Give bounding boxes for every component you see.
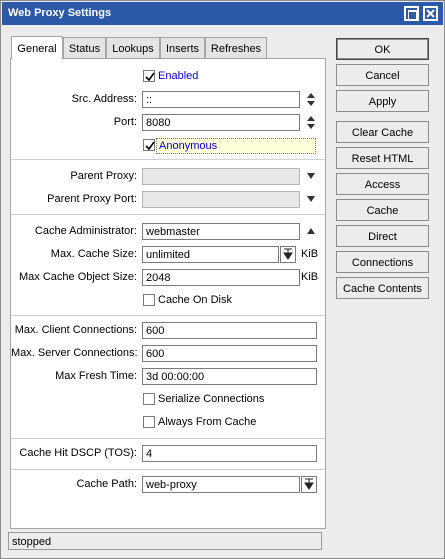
spin-up-down-icon[interactable] xyxy=(306,92,316,107)
max-cache-object-size-field[interactable]: 2048 xyxy=(142,269,300,286)
ok-button[interactable]: OK xyxy=(336,38,429,60)
max-cache-size-dropdown[interactable] xyxy=(280,246,296,263)
reset-html-button[interactable]: Reset HTML xyxy=(336,147,429,169)
serialize-connections-label: Serialize Connections xyxy=(158,393,265,405)
access-button[interactable]: Access xyxy=(336,173,429,195)
cache-path-field[interactable]: web-proxy xyxy=(142,476,300,493)
separator xyxy=(11,159,325,160)
close-button[interactable] xyxy=(423,6,438,21)
tab-inserts[interactable]: Inserts xyxy=(160,37,205,59)
separator xyxy=(11,438,325,439)
max-client-connections-field[interactable]: 600 xyxy=(142,322,317,339)
cache-hit-dscp-field[interactable]: 4 xyxy=(142,445,317,462)
enabled-checkbox[interactable] xyxy=(143,70,155,82)
cache-administrator-label: Cache Administrator: xyxy=(34,225,137,237)
max-cache-size-field[interactable]: unlimited xyxy=(142,246,279,263)
checkmark-icon xyxy=(145,141,155,151)
close-icon xyxy=(426,9,435,18)
src-address-field[interactable]: :: xyxy=(142,91,300,108)
enabled-label: Enabled xyxy=(158,70,199,82)
status-bar: stopped xyxy=(8,532,322,550)
dropdown-icon xyxy=(304,478,314,490)
max-fresh-time-field[interactable]: 3d 00:00:00 xyxy=(142,368,317,385)
parent-proxy-label: Parent Proxy: xyxy=(70,170,137,182)
apply-button[interactable]: Apply xyxy=(336,90,429,112)
serialize-connections-checkbox[interactable] xyxy=(143,393,155,405)
dropdown-arrow-icon[interactable] xyxy=(306,172,316,180)
parent-proxy-port-label: Parent Proxy Port: xyxy=(47,193,137,205)
port-spin-icon[interactable] xyxy=(306,115,316,130)
anonymous-checkbox[interactable] xyxy=(143,139,155,151)
clear-cache-button[interactable]: Clear Cache xyxy=(336,121,429,143)
cache-path-label: Cache Path: xyxy=(76,478,137,490)
window-title: Web Proxy Settings xyxy=(8,7,112,19)
src-address-label: Src. Address: xyxy=(71,93,137,105)
checkmark-icon xyxy=(145,72,155,82)
port-field[interactable]: 8080 xyxy=(142,114,300,131)
cache-contents-button[interactable]: Cache Contents xyxy=(336,277,429,299)
cancel-button[interactable]: Cancel xyxy=(336,64,429,86)
web-proxy-settings-window: Web Proxy Settings General Status Lookup… xyxy=(0,0,445,559)
max-server-connections-field[interactable]: 600 xyxy=(142,345,317,362)
max-client-connections-label: Max. Client Connections: xyxy=(14,324,137,336)
max-fresh-time-label: Max Fresh Time: xyxy=(55,370,137,382)
collapse-arrow-icon[interactable] xyxy=(306,227,316,235)
dropdown-arrow-icon[interactable] xyxy=(306,195,316,203)
tab-refreshes[interactable]: Refreshes xyxy=(205,37,267,59)
separator xyxy=(11,469,325,470)
parent-proxy-port-field[interactable] xyxy=(142,191,300,208)
max-server-connections-label: Max. Server Connections: xyxy=(11,347,138,359)
parent-proxy-field[interactable] xyxy=(142,168,300,185)
max-cache-object-size-unit: KiB xyxy=(301,271,319,283)
max-cache-object-size-label: Max Cache Object Size: xyxy=(19,271,137,283)
dropdown-icon xyxy=(283,248,293,260)
cache-administrator-field[interactable]: webmaster xyxy=(142,223,300,240)
cache-hit-dscp-label: Cache Hit DSCP (TOS): xyxy=(19,447,137,459)
restore-button[interactable] xyxy=(404,6,419,21)
title-bar[interactable]: Web Proxy Settings xyxy=(2,2,443,25)
separator xyxy=(11,315,325,316)
tab-general[interactable]: General xyxy=(11,36,63,59)
tab-lookups[interactable]: Lookups xyxy=(106,37,160,59)
connections-button[interactable]: Connections xyxy=(336,251,429,273)
port-label: Port: xyxy=(113,116,137,128)
anonymous-label: Anonymous xyxy=(156,138,316,154)
separator xyxy=(11,214,325,215)
direct-button[interactable]: Direct xyxy=(336,225,429,247)
always-from-cache-label: Always From Cache xyxy=(158,416,257,428)
always-from-cache-checkbox[interactable] xyxy=(143,416,155,428)
cache-button[interactable]: Cache xyxy=(336,199,429,221)
max-cache-size-unit: KiB xyxy=(301,248,319,260)
general-panel: Enabled Src. Address: :: Port: 8080 Anon… xyxy=(10,58,326,529)
cache-path-dropdown[interactable] xyxy=(301,476,317,493)
max-cache-size-label: Max. Cache Size: xyxy=(50,248,137,260)
cache-on-disk-label: Cache On Disk xyxy=(158,294,232,306)
cache-on-disk-checkbox[interactable] xyxy=(143,294,155,306)
tab-status[interactable]: Status xyxy=(63,37,106,59)
